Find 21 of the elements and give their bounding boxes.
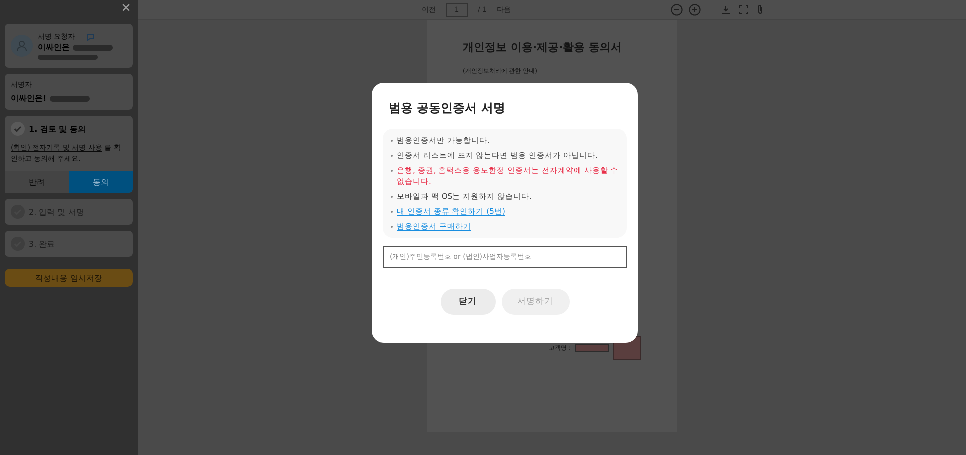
- zoom-out-icon[interactable]: [671, 4, 684, 16]
- step-title[interactable]: 1. 검토 및 동의: [29, 124, 86, 134]
- reject-button[interactable]: 반려: [5, 171, 69, 193]
- requester-name: 이싸인온: [38, 42, 70, 53]
- name-field[interactable]: [575, 344, 609, 352]
- save-draft-button[interactable]: 작성내용 임시저장: [5, 269, 133, 287]
- paperclip-icon[interactable]: [757, 4, 764, 15]
- zoom-in-icon[interactable]: [689, 4, 702, 16]
- fullscreen-icon[interactable]: [739, 4, 750, 14]
- signer-name: 이싸인온!: [11, 93, 47, 104]
- avatar-icon: [11, 35, 33, 57]
- agree-button[interactable]: 동의: [69, 171, 133, 193]
- close-button[interactable]: ×: [120, 1, 133, 17]
- chat-icon[interactable]: [87, 34, 96, 40]
- redacted-text: [73, 44, 113, 50]
- document-title: 개인정보 이용·제공·활용 동의서: [463, 40, 624, 55]
- redacted-text: [38, 55, 98, 60]
- close-dialog-button[interactable]: 닫기: [440, 289, 496, 315]
- dialog-title: 범용 공동인증서 서명: [389, 100, 506, 117]
- download-icon[interactable]: [721, 4, 732, 14]
- redacted-text: [50, 96, 90, 102]
